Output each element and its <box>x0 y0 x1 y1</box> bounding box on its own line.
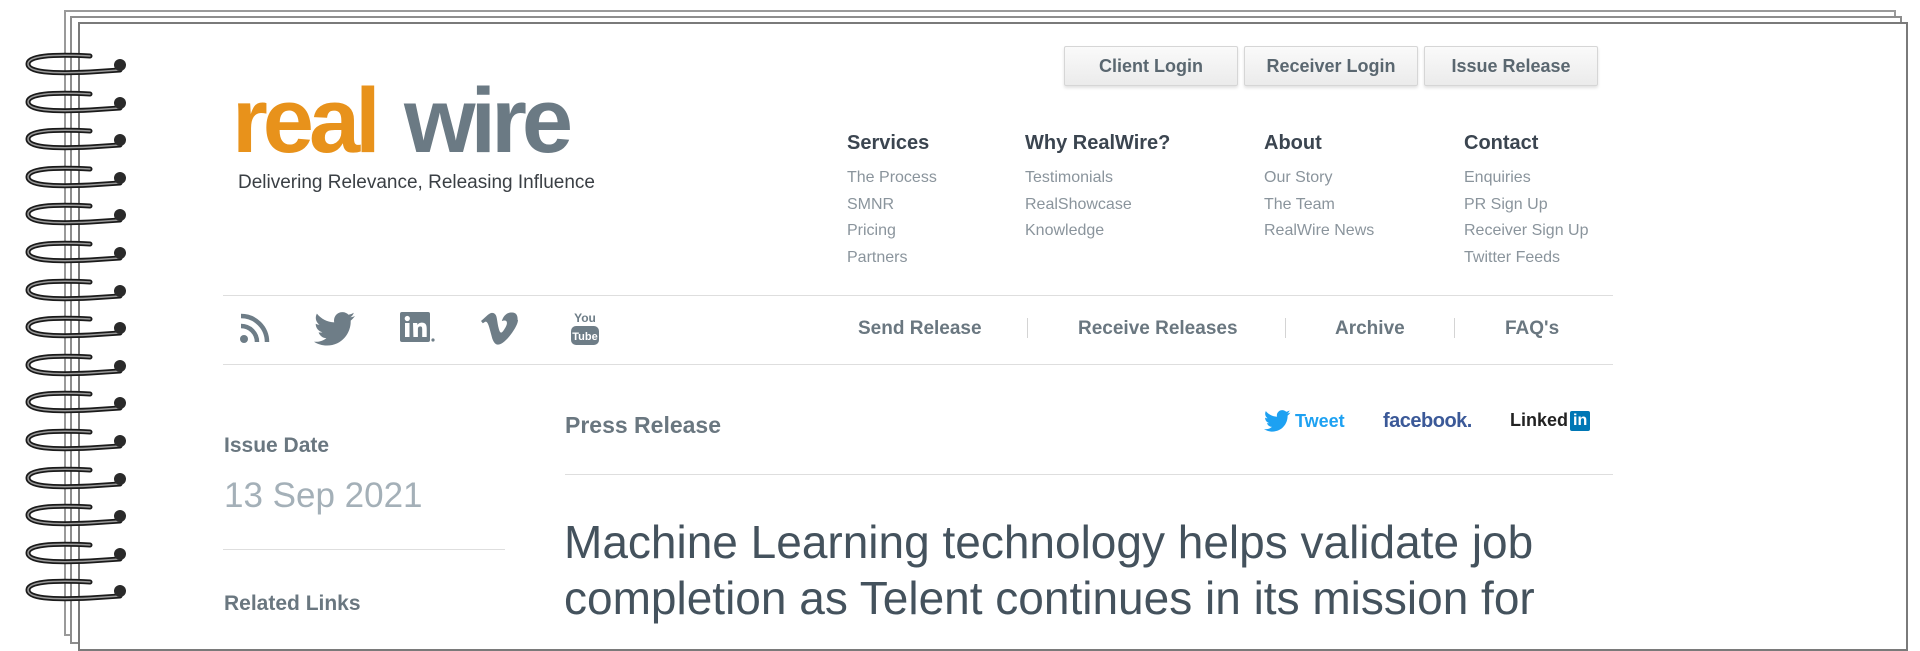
linkedin-share-button[interactable]: Linked in <box>1510 410 1591 431</box>
spiral-coil <box>25 278 126 301</box>
spiral-coil <box>25 541 126 565</box>
nav-column-contact: Contact Enquiries PR Sign Up Receiver Si… <box>1464 132 1589 271</box>
svg-text:You: You <box>574 311 596 325</box>
facebook-wordmark: facebook. <box>1383 410 1472 432</box>
subnav-archive[interactable]: Archive <box>1335 318 1405 340</box>
nav-link-enquiries[interactable]: Enquiries <box>1464 165 1589 192</box>
svg-text:Tube: Tube <box>572 331 597 343</box>
nav-link-testimonials[interactable]: Testimonials <box>1025 165 1170 192</box>
spiral-coil <box>25 353 126 377</box>
logo-real-text: real <box>232 80 376 160</box>
sidebar-divider <box>223 549 505 550</box>
subnav-faqs[interactable]: FAQ's <box>1505 318 1559 340</box>
issue-date-value: 13 Sep 2021 <box>224 476 423 515</box>
spiral-coil <box>25 52 126 76</box>
press-divider <box>565 474 1613 475</box>
logo-wire-text: wire <box>403 80 571 160</box>
spiral-coil <box>25 127 126 151</box>
subnav-receive-releases[interactable]: Receive Releases <box>1078 318 1238 340</box>
tweet-label: Tweet <box>1295 410 1345 431</box>
press-release-headline: Machine Learning technology helps valida… <box>564 516 1535 624</box>
header-divider <box>223 295 1613 296</box>
spiral-coil <box>25 203 126 226</box>
nav-link-partners[interactable]: Partners <box>847 245 937 272</box>
subnav-divider <box>223 364 1613 365</box>
spiral-coil <box>25 165 126 189</box>
linkedin-icon[interactable] <box>400 312 436 344</box>
subnav-send-release[interactable]: Send Release <box>858 318 982 340</box>
youtube-icon[interactable]: You Tube <box>570 308 600 348</box>
nav-heading-about[interactable]: About <box>1264 132 1374 155</box>
spiral-coil <box>25 466 126 489</box>
linkedin-in-badge: in <box>1570 410 1591 431</box>
spiral-coil <box>25 503 126 527</box>
receiver-login-button[interactable]: Receiver Login <box>1244 46 1418 86</box>
nav-link-knowledge[interactable]: Knowledge <box>1025 218 1170 245</box>
notebook-front-sheet: Client Login Receiver Login Issue Releas… <box>78 22 1908 651</box>
nav-link-realwire-news[interactable]: RealWire News <box>1264 218 1374 245</box>
facebook-share-button[interactable]: facebook. <box>1383 410 1472 433</box>
issue-date-label: Issue Date <box>224 434 330 457</box>
tweet-share-button[interactable]: Tweet <box>1264 410 1345 432</box>
press-release-label: Press Release <box>565 412 722 438</box>
nav-link-the-team[interactable]: The Team <box>1264 192 1374 219</box>
subnav-separator <box>1027 318 1028 338</box>
nav-link-smnr[interactable]: SMNR <box>847 192 937 219</box>
nav-link-the-process[interactable]: The Process <box>847 165 937 192</box>
issue-release-button[interactable]: Issue Release <box>1424 46 1598 86</box>
spiral-coil <box>25 428 126 452</box>
spiral-coil <box>25 579 126 602</box>
linkedin-wordmark: Linked <box>1510 410 1569 430</box>
rss-icon[interactable] <box>239 312 271 344</box>
vimeo-icon[interactable] <box>480 312 520 346</box>
spiral-coil <box>25 391 126 414</box>
nav-link-our-story[interactable]: Our Story <box>1264 165 1374 192</box>
nav-link-realshowcase[interactable]: RealShowcase <box>1025 192 1170 219</box>
related-links-heading: Related Links <box>224 592 361 615</box>
spiral-binding <box>20 52 130 632</box>
nav-heading-why-realwire[interactable]: Why RealWire? <box>1025 132 1170 155</box>
nav-heading-services[interactable]: Services <box>847 132 937 155</box>
twitter-bird-icon <box>1264 410 1291 432</box>
nav-link-receiver-sign-up[interactable]: Receiver Sign Up <box>1464 218 1589 245</box>
spiral-coil <box>25 240 126 264</box>
subnav-separator <box>1285 318 1286 338</box>
nav-link-pricing[interactable]: Pricing <box>847 218 937 245</box>
nav-column-why-realwire: Why RealWire? Testimonials RealShowcase … <box>1025 132 1170 245</box>
client-login-button[interactable]: Client Login <box>1064 46 1238 86</box>
nav-link-twitter-feeds[interactable]: Twitter Feeds <box>1464 245 1589 272</box>
logo-tagline: Delivering Relevance, Releasing Influenc… <box>238 172 595 193</box>
nav-heading-contact[interactable]: Contact <box>1464 132 1589 155</box>
subnav-separator <box>1454 318 1455 338</box>
twitter-icon[interactable] <box>314 312 356 346</box>
nav-column-about: About Our Story The Team RealWire News <box>1264 132 1374 245</box>
page-content: Client Login Receiver Login Issue Releas… <box>80 24 1906 649</box>
nav-column-services: Services The Process SMNR Pricing Partne… <box>847 132 937 271</box>
spiral-coil <box>25 90 126 113</box>
nav-link-pr-sign-up[interactable]: PR Sign Up <box>1464 192 1589 219</box>
realwire-logo[interactable]: real wire <box>232 80 642 160</box>
spiral-coil <box>25 315 126 339</box>
